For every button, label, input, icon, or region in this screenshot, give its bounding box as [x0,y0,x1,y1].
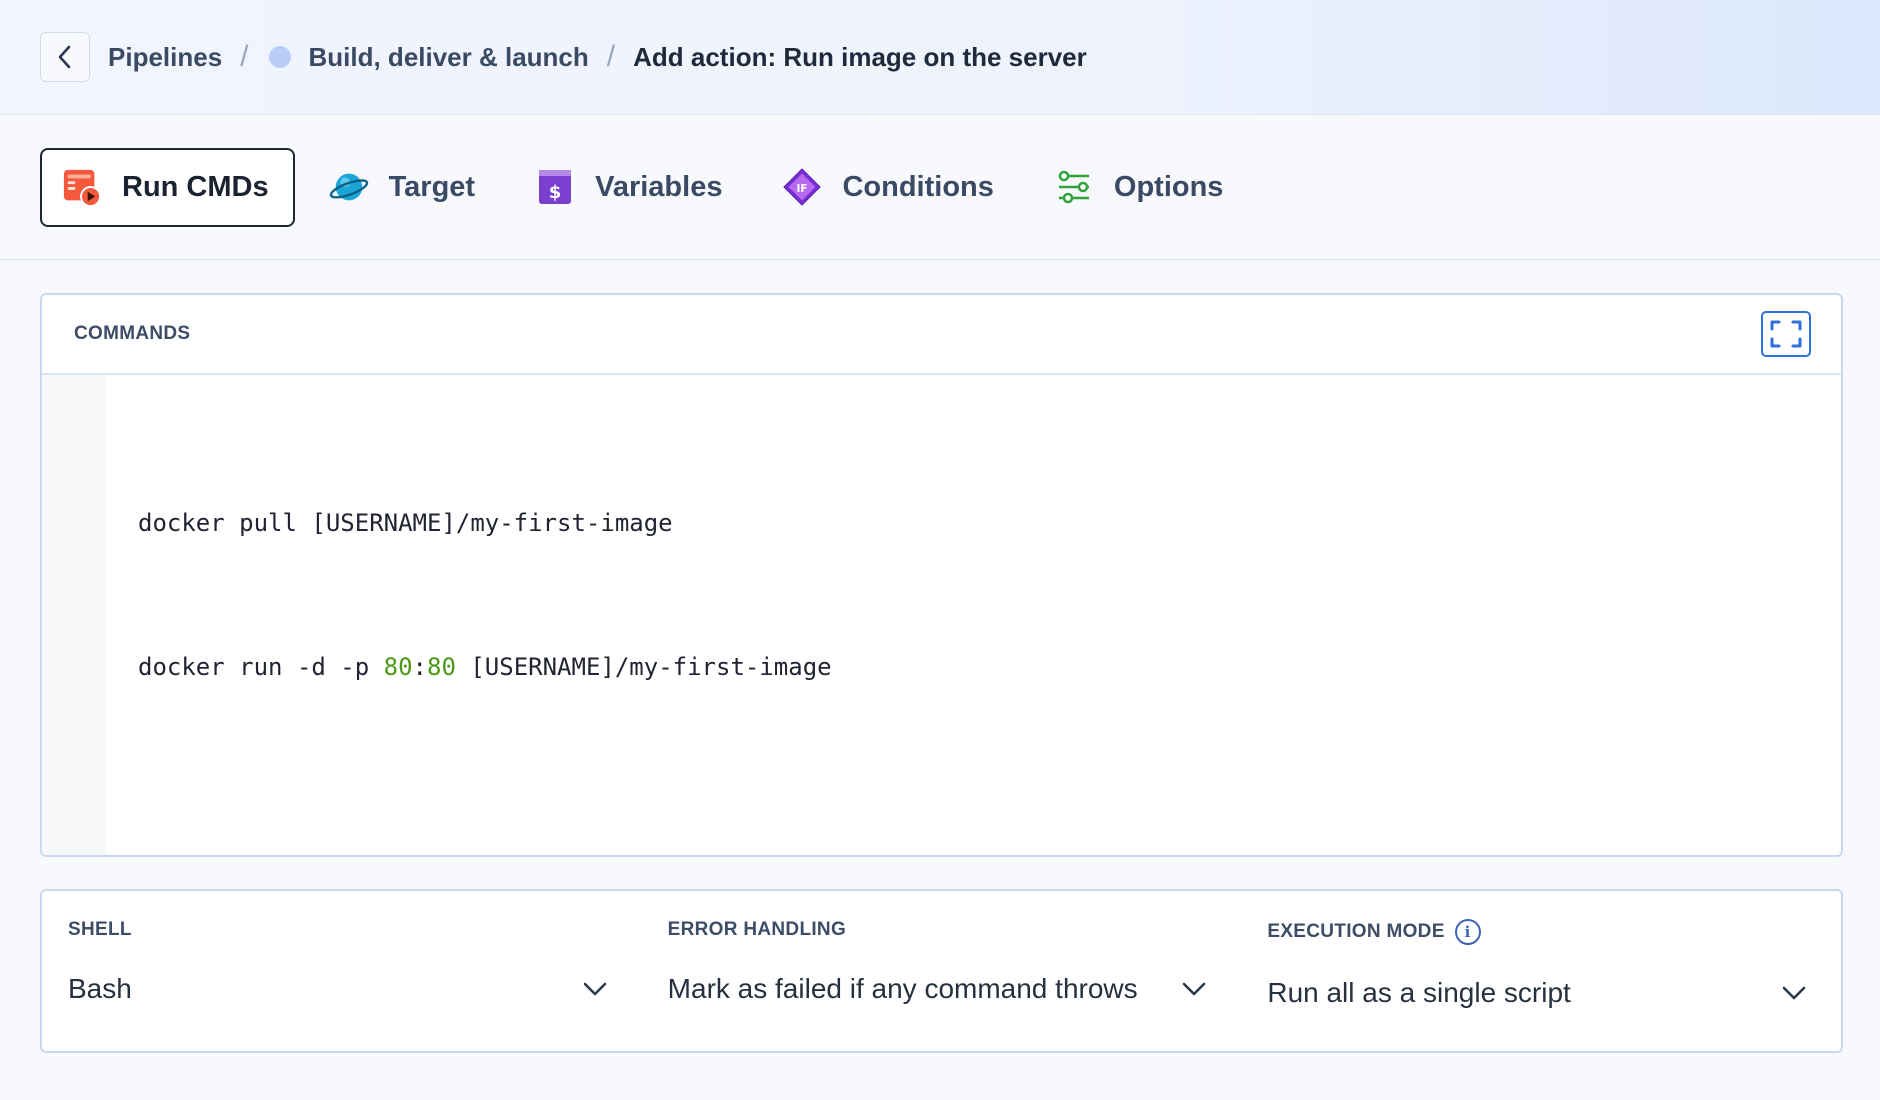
action-tabs: Run CMDs Target $ Variables IF Condition… [0,115,1880,260]
chevron-left-icon [58,45,71,69]
error-handling-select[interactable]: Mark as failed if any command throws an … [668,967,1210,1011]
breadcrumb-separator: / [606,40,616,73]
code-area[interactable]: docker pull [USERNAME]/my-first-image do… [106,375,832,855]
commands-header: COMMANDS [42,295,1841,375]
shell-value: Bash [68,973,132,1004]
tab-label: Run CMDs [122,170,269,203]
chevron-down-icon [580,974,610,1004]
if-diamond-icon: IF [782,167,822,207]
execution-mode-value: Run all as a single script [1267,977,1571,1008]
code-line: docker pull [USERNAME]/my-first-image [138,509,673,537]
svg-text:$: $ [549,182,562,203]
breadcrumb-pipelines-link[interactable]: Pipelines [108,42,222,73]
run-cmds-icon [62,167,102,207]
tab-label: Variables [595,170,723,203]
planet-icon [329,167,369,207]
code-number: 80 [427,653,456,681]
tab-options[interactable]: Options [1032,148,1250,227]
code-number: 80 [383,653,413,681]
error-handling-label: ERROR HANDLING [667,919,847,940]
sliders-icon [1054,167,1094,207]
header-breadcrumb-bar: Pipelines / Build, deliver & launch / Ad… [0,0,1880,115]
execution-mode-select[interactable]: Run all as a single script [1267,971,1809,1015]
shell-label: SHELL [68,919,132,940]
code-line-2: docker run -d -p 80:80 [USERNAME]/my-fir… [138,653,832,681]
error-handling-setting: ERROR HANDLING Mark as failed if any com… [642,891,1242,1051]
info-icon[interactable]: i [1454,919,1481,945]
fullscreen-button[interactable] [1761,311,1811,357]
execution-mode-setting: EXECUTION MODE i Run all as a single scr… [1241,891,1841,1051]
tab-run-cmds[interactable]: Run CMDs [40,147,295,227]
commands-panel: COMMANDS docker pull [USERNAME]/my-first… [40,293,1843,857]
tab-label: Options [1113,170,1224,203]
svg-text:IF: IF [797,183,808,195]
tab-label: Conditions [842,170,994,203]
dollar-icon: $ [535,167,575,207]
shell-select[interactable]: Bash [68,967,610,1011]
shell-setting: SHELL Bash [42,891,642,1051]
page-title: Add action: Run image on the server [633,41,1087,72]
execution-settings-panel: SHELL Bash ERROR HANDLING Mark as failed… [40,889,1843,1053]
breadcrumb-separator: / [240,40,249,73]
tab-label: Target [388,170,476,203]
execution-mode-label: EXECUTION MODE [1267,921,1445,942]
chevron-down-icon [1779,978,1809,1008]
editor-gutter [42,375,106,855]
breadcrumb-pipeline-link[interactable]: Build, deliver & launch [309,42,589,73]
tab-conditions[interactable]: IF Conditions [760,148,1019,227]
tab-target[interactable]: Target [307,148,501,227]
execution-mode-heading: EXECUTION MODE i [1267,919,1809,945]
pipeline-status-dot [268,46,291,68]
tab-variables[interactable]: $ Variables [513,148,748,227]
chevron-down-icon [1179,974,1209,1004]
fullscreen-icon [1770,320,1802,348]
error-handling-value: Mark as failed if any command throws an … [667,973,1146,1004]
command-editor[interactable]: docker pull [USERNAME]/my-first-image do… [42,375,1841,855]
commands-label: COMMANDS [74,323,191,344]
back-button[interactable] [40,32,90,82]
